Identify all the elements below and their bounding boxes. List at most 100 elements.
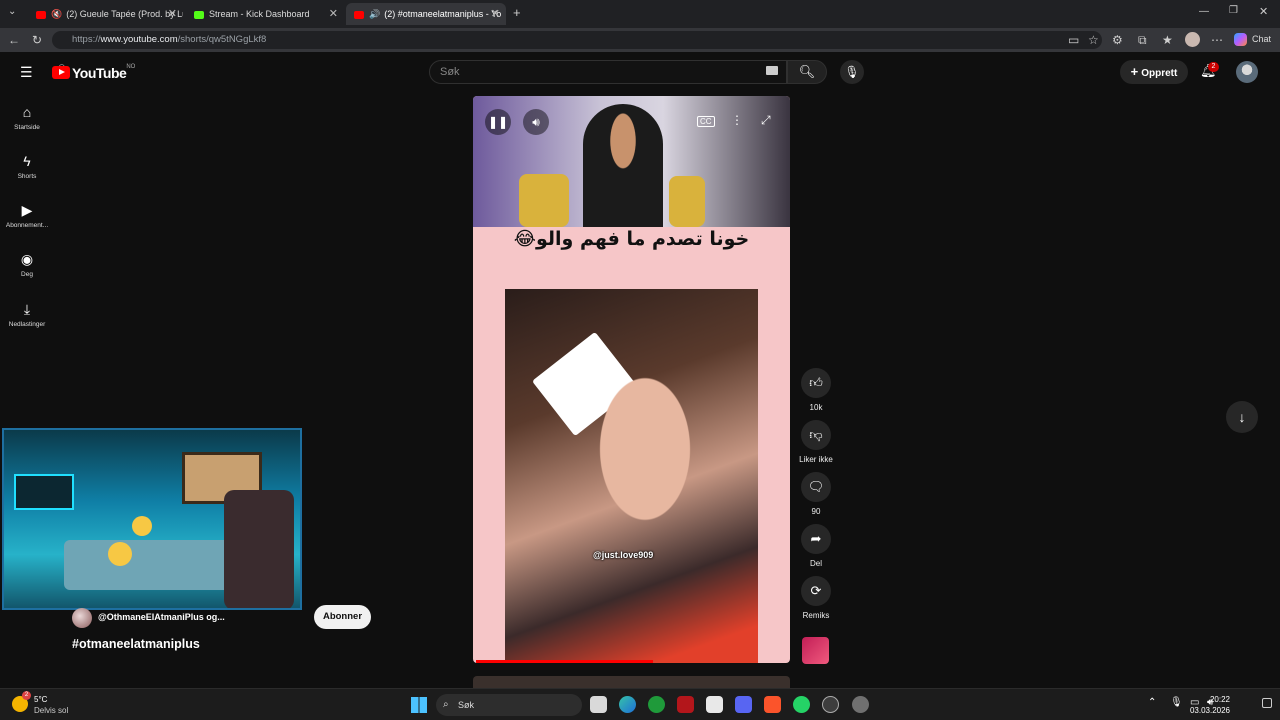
gaming-chair	[224, 490, 294, 608]
comment-count: 90	[811, 507, 821, 516]
notification-badge: 2	[1208, 62, 1219, 72]
next-video-preview	[473, 676, 790, 688]
search-input[interactable]: Søk	[429, 60, 787, 84]
brave-icon[interactable]	[764, 696, 781, 713]
taskbar-clock[interactable]: 20:22 03.03.2026	[1190, 694, 1230, 716]
weather-badge: 2	[22, 691, 31, 700]
dislike-action[interactable]: 👎︎ Liker ikke	[796, 420, 836, 464]
comments-action[interactable]: 🗨︎ 90	[797, 472, 835, 516]
xbox-icon[interactable]	[648, 696, 665, 713]
youtube-play-icon	[52, 66, 70, 80]
guide-label: Shorts	[17, 173, 37, 180]
create-button[interactable]: + Opprett	[1120, 60, 1188, 84]
guide-item-subscriptions[interactable]: ▶︎ Abonnement...	[0, 202, 54, 229]
maximize-icon[interactable]: ❐	[1229, 5, 1238, 16]
tray-mic-icon[interactable]: 🎙︎	[1170, 697, 1183, 708]
guide-item-shorts[interactable]: ϟ Shorts	[0, 153, 54, 180]
close-tab-icon[interactable]: ✕	[491, 3, 500, 25]
obs-icon[interactable]	[822, 696, 839, 713]
remix-label: Remiks	[802, 611, 830, 620]
pause-icon: ❚❚	[487, 115, 509, 129]
search-button[interactable]: 🔍︎	[787, 60, 827, 84]
youtube-logo[interactable]: YouTubeNO	[52, 64, 135, 82]
speaker-icon: 🔊	[369, 9, 381, 19]
browser-tab-title: (2) #otmaneelatmaniplus - Yo	[384, 9, 502, 19]
tab-list-chevron-icon[interactable]: ⌄	[8, 6, 16, 17]
discord-icon[interactable]	[735, 696, 752, 713]
performance-icon[interactable]: ⧉	[1138, 33, 1147, 48]
windows-taskbar: 2 5°C Delvis sol ⌕ Søk ⌃ 🎙︎ ▭ 🔊︎ 20:22 03…	[0, 688, 1280, 720]
search-icon: ⌕	[443, 699, 449, 710]
extensions-icon[interactable]: ⚙	[1112, 33, 1123, 47]
audio-source-thumbnail[interactable]	[802, 637, 829, 664]
profile-avatar[interactable]	[1185, 32, 1200, 47]
store-icon[interactable]	[706, 696, 723, 713]
like-count: 10k	[809, 403, 823, 412]
acrobat-icon[interactable]	[677, 696, 694, 713]
windows-start-icon[interactable]	[411, 697, 427, 713]
notification-center-icon[interactable]	[1262, 698, 1272, 708]
shorts-video-player[interactable]: ❚❚ 🔊︎ CC ⋮ ⤢ خونا تصدم ما فهم والو😂 @jus…	[473, 96, 790, 663]
clock-time: 20:22	[1209, 695, 1230, 704]
room-shelf	[14, 474, 74, 510]
chat-label[interactable]: Chat	[1252, 34, 1271, 44]
hamburger-menu-icon[interactable]: ☰	[20, 64, 33, 81]
more-icon[interactable]: ⋯	[1211, 33, 1223, 47]
video-progress-bar[interactable]	[476, 660, 653, 663]
guide-label: Abonnement...	[5, 222, 49, 229]
tray-chevron-icon[interactable]: ⌃	[1148, 697, 1156, 708]
browser-tab-3[interactable]: 🔊 (2) #otmaneelatmaniplus - Yo ✕	[346, 3, 506, 25]
settings-gear-icon[interactable]	[852, 696, 869, 713]
channel-name[interactable]: @OthmaneElAtmaniPlus og...	[98, 612, 225, 622]
task-view-icon[interactable]	[590, 696, 607, 713]
favorite-star-icon[interactable]: ☆	[1088, 33, 1099, 47]
captions-icon[interactable]: CC	[697, 116, 715, 127]
close-tab-icon[interactable]: ✕	[329, 3, 338, 25]
next-short-button[interactable]: ↓	[1226, 401, 1258, 433]
minimize-icon[interactable]: —	[1199, 6, 1209, 17]
reload-icon[interactable]: ↻	[32, 33, 42, 47]
close-tab-icon[interactable]: ✕	[168, 3, 177, 25]
close-window-icon[interactable]: ✕	[1259, 5, 1268, 18]
country-code: NO	[126, 64, 136, 70]
fullscreen-icon[interactable]: ⤢	[761, 113, 771, 128]
browser-tab-title: Stream - Kick Dashboard	[209, 9, 310, 19]
guide-item-home[interactable]: ⌂ Startside	[0, 104, 54, 131]
edge-icon[interactable]	[619, 696, 636, 713]
subscriptions-icon: ▶︎	[21, 202, 33, 218]
favorites-icon[interactable]: ★	[1162, 33, 1173, 47]
copilot-icon[interactable]	[1234, 33, 1247, 46]
short-title[interactable]: #otmaneelatmaniplus	[72, 637, 200, 651]
taskbar-search-label: Søk	[458, 700, 475, 710]
like-action[interactable]: 👍︎ 10k	[797, 368, 835, 412]
back-icon[interactable]: ←	[8, 33, 20, 47]
weather-text: Delvis sol	[34, 706, 69, 715]
plus-icon: +	[1130, 64, 1139, 79]
guide-label: Startside	[14, 124, 40, 131]
remix-action[interactable]: ⟳ Remiks	[797, 576, 835, 620]
voice-search-button[interactable]: 🎙︎	[840, 60, 864, 84]
more-options-icon[interactable]: ⋮	[731, 113, 743, 127]
share-label: Del	[809, 559, 822, 568]
channel-avatar[interactable]	[72, 608, 92, 628]
split-screen-icon[interactable]: ▭	[1068, 33, 1079, 47]
gaming-chair	[519, 174, 569, 227]
subscribe-button[interactable]: Abonner	[314, 605, 371, 629]
browser-tab-2[interactable]: Stream - Kick Dashboard ✕	[186, 3, 344, 25]
new-tab-icon[interactable]: +	[513, 5, 521, 20]
browser-tab-strip: ⌄ 🔇 (2) Gueule Tapée (Prod. by Lu ✕ Strea…	[0, 0, 1280, 28]
account-avatar[interactable]	[1236, 61, 1258, 83]
taskbar-search[interactable]: ⌕ Søk	[436, 694, 582, 716]
download-icon: ⤓	[23, 301, 31, 317]
share-action[interactable]: ➦ Del	[797, 524, 835, 568]
volume-button[interactable]: 🔊︎	[523, 109, 549, 135]
guide-item-you[interactable]: ◉ Deg	[0, 251, 54, 278]
whatsapp-icon[interactable]	[793, 696, 810, 713]
keyboard-icon[interactable]	[766, 66, 778, 75]
pause-button[interactable]: ❚❚	[485, 109, 511, 135]
guide-item-downloads[interactable]: ⤓ Nedlastinger	[0, 301, 54, 328]
guide-label: Deg	[21, 271, 33, 278]
shorts-icon: ϟ	[23, 153, 31, 169]
browser-tab-1[interactable]: 🔇 (2) Gueule Tapée (Prod. by Lu ✕	[28, 3, 183, 25]
url-field[interactable]: https://www.youtube.com/shorts/qw5tNGgLk…	[52, 31, 1102, 49]
